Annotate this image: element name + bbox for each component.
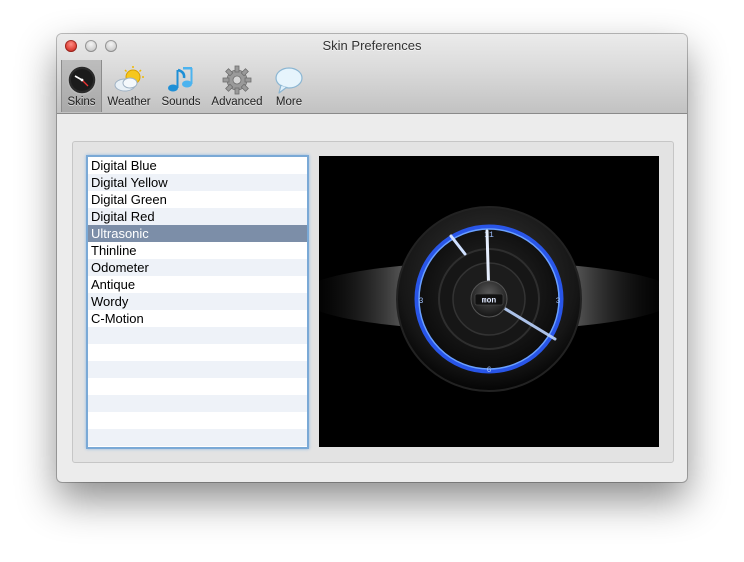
empty-row: [88, 344, 307, 361]
empty-row: [88, 378, 307, 395]
weather-icon: [114, 66, 144, 92]
list-item[interactable]: Digital Red: [88, 208, 307, 225]
window-title: Skin Preferences: [322, 38, 422, 53]
list-item[interactable]: Digital Green: [88, 191, 307, 208]
toolbar-more-label: More: [275, 96, 303, 108]
empty-row: [88, 429, 307, 446]
toolbar-skins-label: Skins: [67, 96, 96, 108]
toolbar-weather-label: Weather: [107, 96, 151, 108]
list-item-selected[interactable]: Ultrasonic: [88, 225, 307, 242]
hour-marker-left: 3: [419, 297, 424, 306]
toolbar-weather[interactable]: Weather: [105, 60, 153, 112]
empty-row: [88, 395, 307, 412]
toolbar-more[interactable]: More: [269, 60, 309, 112]
empty-row: [88, 412, 307, 429]
clock-icon: [66, 65, 97, 95]
toolbar-advanced[interactable]: Advanced: [209, 60, 265, 112]
toolbar-advanced-label: Advanced: [211, 96, 263, 108]
title-bar: Skin Preferences Skins Weather Sounds Ad…: [57, 34, 687, 114]
day-label: mon: [482, 297, 497, 306]
music-notes-icon: [168, 67, 193, 92]
list-item[interactable]: Odometer: [88, 259, 307, 276]
list-item[interactable]: C-Motion: [88, 310, 307, 327]
preferences-window: Skin Preferences Skins Weather Sounds Ad…: [57, 34, 687, 482]
empty-row: [88, 327, 307, 344]
empty-row: [88, 361, 307, 378]
skin-list[interactable]: Digital Blue Digital Yellow Digital Gree…: [86, 155, 309, 449]
toolbar-sounds-label: Sounds: [161, 96, 201, 108]
toolbar-sounds[interactable]: Sounds: [158, 60, 204, 112]
list-item[interactable]: Thinline: [88, 242, 307, 259]
list-item[interactable]: Digital Blue: [88, 157, 307, 174]
hour-marker-bottom: 6: [487, 366, 492, 375]
list-item[interactable]: Digital Yellow: [88, 174, 307, 191]
gear-icon: [222, 65, 252, 95]
speech-bubble-icon: [275, 67, 303, 94]
list-item[interactable]: Antique: [88, 276, 307, 293]
ultrasonic-clock-preview: 11 3 3 6 mon: [319, 206, 659, 392]
skin-preview: 11 3 3 6 mon: [319, 156, 659, 447]
toolbar-skins[interactable]: Skins: [61, 60, 102, 112]
list-item[interactable]: Wordy: [88, 293, 307, 310]
hour-marker-right: 3: [556, 297, 561, 306]
